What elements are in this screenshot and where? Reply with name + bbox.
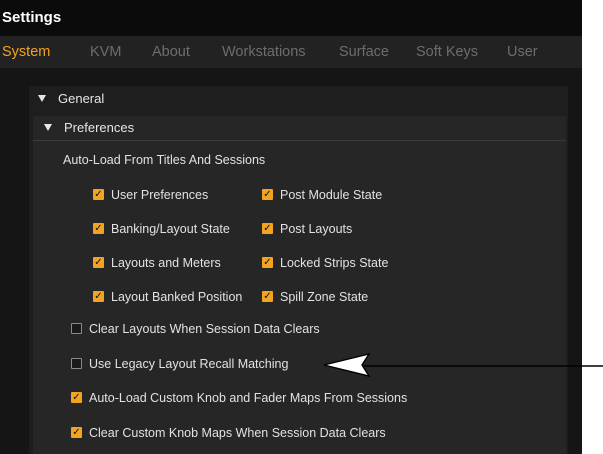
annotation-arrow [323,352,603,378]
arrow-head-icon [323,352,371,378]
